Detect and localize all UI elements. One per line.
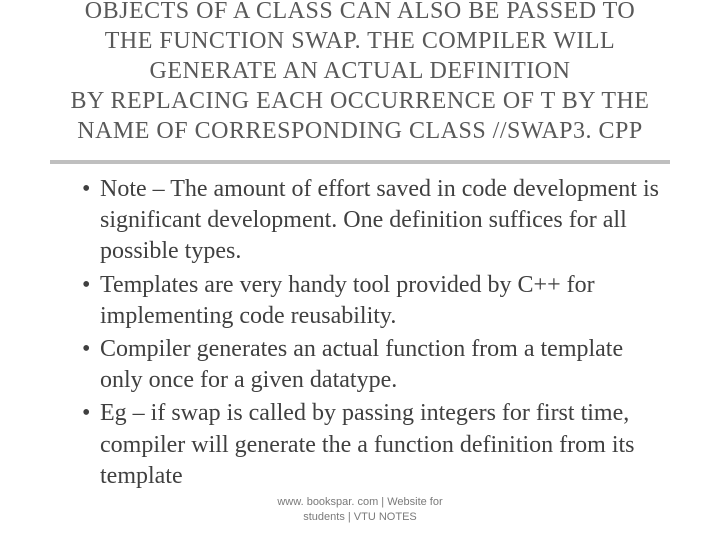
divider-line	[50, 160, 670, 164]
bullet-icon: •	[82, 174, 100, 268]
footer: www. bookspar. com | Website for student…	[0, 495, 720, 524]
bullet-icon: •	[82, 398, 100, 492]
slide: OBJECTS OF A CLASS CAN ALSO BE PASSED TO…	[0, 0, 720, 536]
title-line: NAME OF CORRESPONDING CLASS //SWAP3. CPP	[50, 116, 670, 146]
bullet-text: Note – The amount of effort saved in cod…	[100, 174, 670, 268]
footer-line: students | VTU NOTES	[0, 510, 720, 524]
slide-title: OBJECTS OF A CLASS CAN ALSO BE PASSED TO…	[50, 0, 670, 146]
bullet-icon: •	[82, 334, 100, 396]
bullet-text: Compiler generates an actual function fr…	[100, 334, 670, 396]
bullet-text: Templates are very handy tool provided b…	[100, 270, 670, 332]
list-item: • Eg – if swap is called by passing inte…	[82, 398, 670, 492]
title-line: BY REPLACING EACH OCCURRENCE OF T BY THE	[50, 86, 670, 116]
footer-line: www. bookspar. com | Website for	[0, 495, 720, 509]
body-content: • Note – The amount of effort saved in c…	[50, 174, 670, 492]
list-item: • Note – The amount of effort saved in c…	[82, 174, 670, 268]
bullet-text: Eg – if swap is called by passing intege…	[100, 398, 670, 492]
title-line: OBJECTS OF A CLASS CAN ALSO BE PASSED TO	[50, 0, 670, 26]
title-line: GENERATE AN ACTUAL DEFINITION	[50, 56, 670, 86]
title-line: THE FUNCTION SWAP. THE COMPILER WILL	[50, 26, 670, 56]
bullet-icon: •	[82, 270, 100, 332]
list-item: • Compiler generates an actual function …	[82, 334, 670, 396]
list-item: • Templates are very handy tool provided…	[82, 270, 670, 332]
